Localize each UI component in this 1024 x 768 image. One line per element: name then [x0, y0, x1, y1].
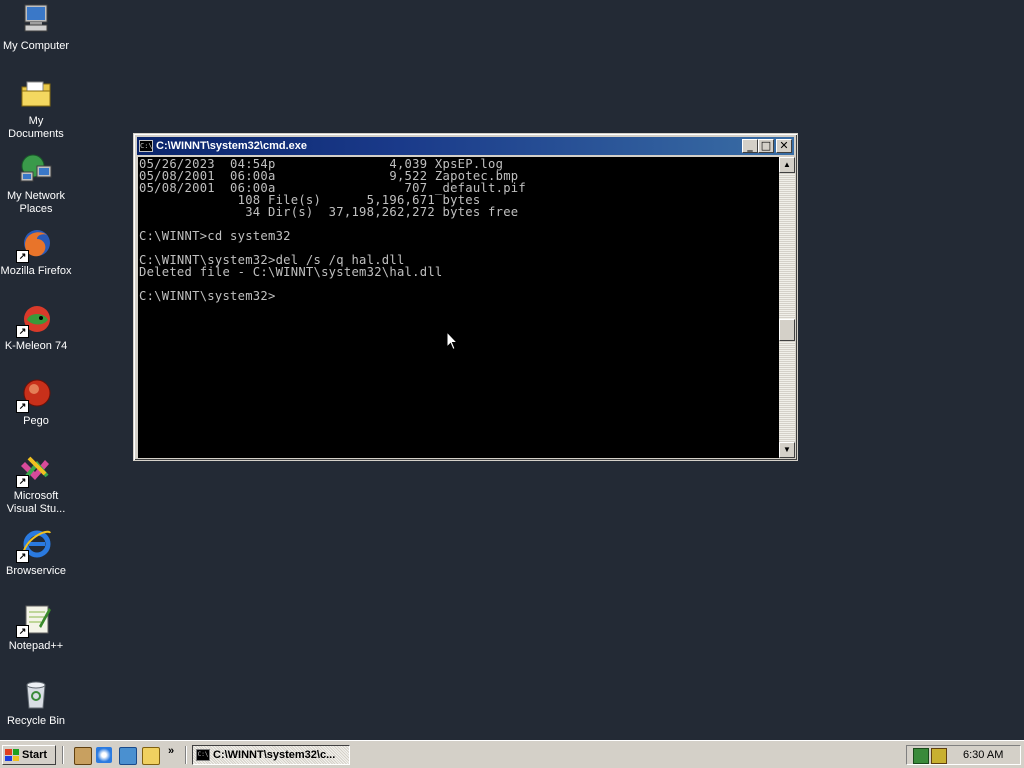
start-button[interactable]: Start — [2, 745, 56, 765]
maximize-button[interactable]: □ — [758, 139, 774, 153]
desktop-icon-label: K-Meleon 74 — [4, 340, 68, 352]
desktop-icon-label: Recycle Bin — [6, 715, 66, 727]
minimize-button[interactable]: _ — [742, 139, 758, 153]
cmd-icon: C:\ — [196, 749, 210, 761]
console-output[interactable]: 05/26/2023 04:54p 4,039 XpsEP.log 05/08/… — [138, 157, 779, 458]
pego-icon: ↗ — [16, 377, 53, 413]
quick-launch-more-button[interactable]: » — [168, 745, 174, 757]
scroll-thumb[interactable] — [779, 319, 795, 341]
console-line: Deleted file - C:\WINNT\system32\hal.dll — [139, 265, 443, 279]
desktop-icon-label: Notepad++ — [8, 640, 64, 652]
visual-studio-icon: ↗ — [16, 452, 53, 488]
desktop-icon-my-network-places[interactable]: My Network Places — [0, 152, 72, 216]
quick-launch-explorer-icon[interactable] — [74, 747, 92, 765]
desktop-icon-label: My Computer — [2, 40, 70, 52]
cmd-icon[interactable]: C:\ — [139, 140, 153, 152]
computer-icon — [19, 2, 53, 36]
clock[interactable]: 6:30 AM — [963, 749, 1003, 761]
desktop-icon-recycle-bin[interactable]: Recycle Bin — [0, 677, 72, 728]
desktop-icon-label: My Network Places — [6, 190, 66, 215]
shortcut-arrow-icon: ↗ — [16, 475, 29, 488]
shortcut-arrow-icon: ↗ — [16, 325, 29, 338]
recycle-bin-icon — [19, 677, 53, 711]
taskbar: Start » C:\ C:\WINNT\system32\c... 6:30 … — [0, 740, 1024, 768]
kmeleon-icon: ↗ — [16, 302, 53, 338]
desktop-icon-my-documents[interactable]: My Documents — [0, 77, 72, 141]
desktop-icon-label: Mozilla Firefox — [0, 265, 72, 277]
shortcut-arrow-icon: ↗ — [16, 400, 29, 413]
close-button[interactable]: ✕ — [776, 139, 792, 153]
folder-icon — [19, 77, 53, 111]
desktop-icon-notepadpp[interactable]: ↗ Notepad++ — [0, 602, 72, 653]
taskbar-separator — [185, 746, 187, 764]
quick-launch-search-icon[interactable] — [142, 747, 160, 765]
cmd-window[interactable]: C:\ C:\WINNT\system32\cmd.exe _ □ ✕ 05/2… — [133, 133, 798, 461]
desktop-icon-label: Microsoft Visual Stu... — [6, 490, 66, 515]
start-label: Start — [22, 749, 48, 761]
shortcut-arrow-icon: ↗ — [16, 625, 29, 638]
scroll-up-button[interactable]: ▲ — [779, 157, 795, 173]
shortcut-arrow-icon: ↗ — [16, 550, 29, 563]
window-controls: _ □ ✕ — [742, 139, 792, 153]
console-line: C:\WINNT>cd system32 — [139, 229, 291, 243]
firefox-icon: ↗ — [16, 227, 53, 263]
mouse-pointer-icon — [446, 331, 458, 351]
console-line: 34 Dir(s) 37,198,262,272 bytes free — [139, 205, 519, 219]
desktop-icon-k-meleon[interactable]: ↗ K-Meleon 74 — [0, 302, 72, 353]
desktop-icon-mozilla-firefox[interactable]: ↗ Mozilla Firefox — [0, 227, 72, 278]
taskbar-separator — [62, 746, 64, 764]
notepadpp-icon: ↗ — [16, 602, 53, 638]
shortcut-arrow-icon: ↗ — [16, 250, 29, 263]
title-bar[interactable]: C:\ C:\WINNT\system32\cmd.exe _ □ ✕ — [137, 137, 794, 155]
desktop-icon-label: My Documents — [8, 115, 64, 140]
desktop-icon-pego[interactable]: ↗ Pego — [0, 377, 72, 428]
quick-launch-ie-icon[interactable] — [96, 747, 112, 763]
desktop-icon-visual-studio[interactable]: ↗ Microsoft Visual Stu... — [0, 452, 72, 516]
desktop-icon-my-computer[interactable]: My Computer — [0, 2, 72, 53]
desktop-icon-label: Browservice — [6, 565, 66, 577]
system-tray: 6:30 AM — [906, 745, 1021, 765]
windows-logo-icon — [5, 749, 19, 761]
tray-network-icon[interactable] — [913, 748, 929, 764]
quick-launch-outlook-icon[interactable] — [119, 747, 137, 765]
taskbar-button-label: C:\WINNT\system32\c... — [213, 749, 336, 761]
console-prompt[interactable]: C:\WINNT\system32> — [139, 290, 276, 302]
tray-app-icon[interactable] — [931, 748, 947, 764]
desktop-icon-browservice[interactable]: ↗ Browservice — [0, 527, 72, 578]
desktop-icon-label: Pego — [23, 415, 49, 427]
taskbar-button-cmd[interactable]: C:\ C:\WINNT\system32\c... — [192, 745, 350, 765]
ie-icon: ↗ — [16, 527, 53, 563]
scroll-down-button[interactable]: ▼ — [779, 442, 795, 458]
network-icon — [19, 152, 53, 186]
window-title: C:\WINNT\system32\cmd.exe — [156, 140, 307, 152]
vertical-scrollbar[interactable]: ▲ ▼ — [779, 157, 795, 458]
